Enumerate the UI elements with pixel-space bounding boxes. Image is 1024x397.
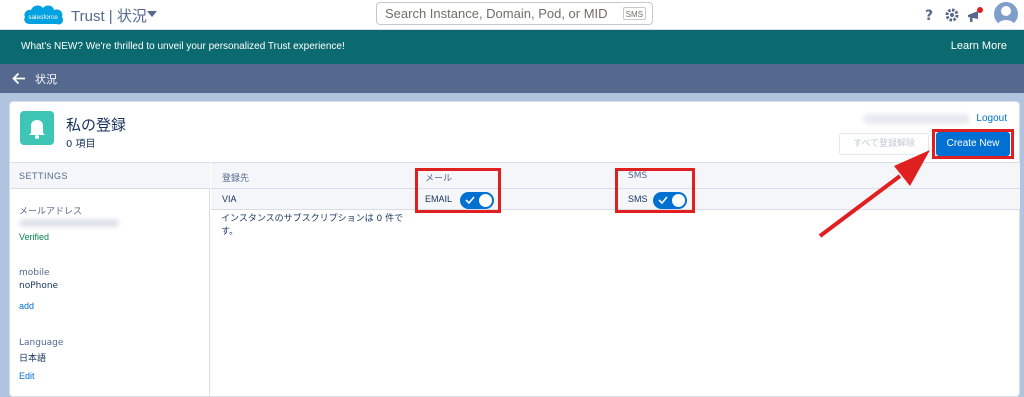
search-input[interactable]: Search Instance, Domain, Pod, or MID SMS bbox=[376, 2, 653, 25]
notifications-icon[interactable] bbox=[966, 6, 984, 24]
subscriptions-card: 私の登録 0 項目 Logout すべて登録解除 Create New SETT… bbox=[9, 101, 1020, 397]
via-label: VIA bbox=[222, 194, 237, 204]
breadcrumb-label[interactable]: 状況 bbox=[35, 71, 57, 87]
learn-more-link[interactable]: Learn More bbox=[951, 40, 1007, 52]
settings-header: SETTINGS bbox=[10, 162, 210, 189]
bell-icon bbox=[29, 120, 45, 139]
redacted-email-value bbox=[19, 219, 119, 227]
global-header: salesforce Trust | 状況 Search Instance, D… bbox=[0, 0, 1024, 30]
mobile-label: mobile bbox=[19, 268, 50, 278]
user-icon bbox=[997, 6, 1015, 26]
language-label: Language bbox=[19, 338, 64, 348]
empty-subscriptions-note: インスタンスのサブスクリプションは 0 件です。 bbox=[221, 214, 404, 237]
highlight-sms-column bbox=[615, 168, 695, 213]
settings-title: SETTINGS bbox=[19, 171, 69, 181]
unsubscribe-all-button[interactable]: すべて登録解除 bbox=[839, 133, 929, 155]
page-title: 私の登録 bbox=[66, 116, 127, 134]
search-mode-button[interactable]: SMS bbox=[622, 7, 646, 20]
email-verified-status: Verified bbox=[19, 232, 50, 242]
edit-language-link[interactable]: Edit bbox=[19, 371, 35, 381]
help-icon[interactable]: ? bbox=[920, 6, 938, 24]
chevron-down-icon[interactable] bbox=[147, 11, 157, 17]
svg-text:?: ? bbox=[925, 8, 933, 24]
logout-link[interactable]: Logout bbox=[976, 113, 1007, 124]
add-mobile-link[interactable]: add bbox=[19, 301, 34, 311]
highlight-create-new bbox=[932, 129, 1014, 159]
app-title[interactable]: Trust | 状況 bbox=[71, 5, 147, 26]
language-value: 日本語 bbox=[19, 354, 47, 364]
banner-text: What's NEW? We're thrilled to unveil you… bbox=[21, 41, 345, 52]
item-count: 0 項目 bbox=[66, 139, 96, 150]
highlight-email-column bbox=[415, 168, 501, 213]
gear-icon[interactable] bbox=[943, 6, 961, 24]
email-label: メールアドレス bbox=[19, 207, 83, 217]
salesforce-logo[interactable]: salesforce bbox=[22, 2, 65, 28]
redacted-user-email bbox=[863, 114, 970, 124]
search-placeholder: Search Instance, Domain, Pod, or MID bbox=[385, 6, 608, 21]
announcement-banner: What's NEW? We're thrilled to unveil you… bbox=[0, 30, 1024, 64]
breadcrumb: 状況 bbox=[0, 64, 1024, 93]
settings-panel: SETTINGS メールアドレス Verified mobile noPhone… bbox=[10, 162, 210, 397]
column-destination: 登録先 bbox=[222, 174, 250, 184]
logo-text: salesforce bbox=[28, 14, 58, 21]
avatar[interactable] bbox=[994, 2, 1018, 26]
back-arrow-icon[interactable] bbox=[12, 72, 26, 85]
mobile-value: noPhone bbox=[19, 281, 59, 291]
bell-tile bbox=[20, 111, 54, 145]
